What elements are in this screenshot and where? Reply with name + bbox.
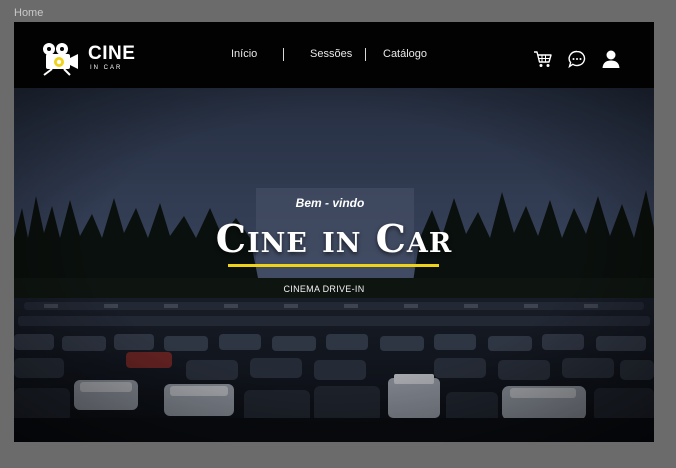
brand-title: CINE [88,43,136,64]
hero-text-block: Bem - vindo Cine in Car CINEMA DRIVE-IN [14,88,654,442]
user-icon[interactable] [601,49,621,69]
navbar: CINE IN CAR Início Sessões Catálogo [14,22,654,88]
nav-link-sessoes[interactable]: Sessões [310,48,352,60]
nav-divider [365,48,366,61]
page-frame: CINE IN CAR Início Sessões Catálogo Bem … [14,22,654,442]
hero-section: Bem - vindo Cine in Car CINEMA DRIVE-IN [14,88,654,442]
hero-title: Cine in Car [215,216,453,261]
hero-subtitle: CINEMA DRIVE-IN [283,284,365,294]
frame-label: Home [14,7,44,19]
cart-icon[interactable] [533,49,553,69]
hero-title-underline [228,264,439,267]
nav-link-catalogo[interactable]: Catálogo [383,48,427,60]
brand-logo[interactable]: CINE IN CAR [40,41,140,77]
nav-link-inicio[interactable]: Início [231,48,257,60]
brand-subtitle: IN CAR [90,65,123,71]
movie-camera-icon [43,43,78,76]
nav-divider [283,48,284,61]
chat-icon[interactable] [567,49,587,69]
hero-welcome: Bem - vindo [295,196,365,210]
